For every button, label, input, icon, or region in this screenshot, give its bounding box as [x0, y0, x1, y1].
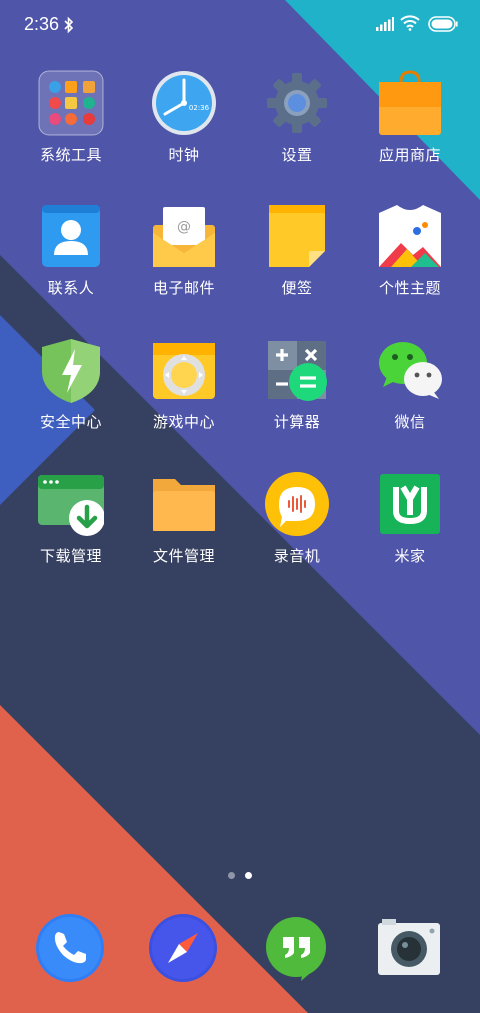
- app-wechat[interactable]: 微信: [355, 337, 465, 447]
- status-bar: 2:36: [0, 0, 480, 52]
- svg-text:@: @: [177, 219, 191, 235]
- app-label: 游戏中心: [152, 413, 215, 431]
- app-label: 系统工具: [39, 146, 102, 164]
- app-mijia[interactable]: 米家: [355, 471, 465, 581]
- folder-icon: [38, 70, 104, 136]
- battery-icon: [428, 16, 458, 32]
- app-label: 安全中心: [39, 413, 102, 431]
- contact-card-icon: [42, 205, 100, 267]
- clock-digital-text: 02:36: [189, 104, 210, 112]
- app-label: 应用商店: [378, 146, 441, 164]
- folder-icon: [153, 479, 215, 531]
- app-contacts[interactable]: 联系人: [16, 203, 126, 313]
- app-app-store[interactable]: 应用商店: [355, 70, 465, 180]
- bluetooth-icon: [64, 16, 74, 34]
- status-time: 2:36: [24, 14, 60, 34]
- app-label: 微信: [394, 413, 426, 431]
- app-notes[interactable]: 便签: [242, 203, 352, 313]
- download-icon: [38, 475, 104, 536]
- dock-browser[interactable]: [128, 913, 238, 985]
- app-label: 联系人: [47, 279, 95, 297]
- app-clock[interactable]: 02:36 时钟: [129, 70, 239, 180]
- page-indicator: [0, 872, 480, 882]
- app-label: 个性主题: [378, 279, 441, 297]
- recorder-icon: [265, 472, 329, 536]
- mijia-icon: [380, 474, 440, 534]
- phone-icon: [36, 914, 104, 982]
- app-settings[interactable]: 设置: [242, 70, 352, 180]
- shirt-icon: [379, 205, 441, 267]
- app-themes[interactable]: 个性主题: [355, 203, 465, 313]
- camera-icon: [378, 919, 440, 975]
- app-label: 下载管理: [39, 547, 102, 565]
- app-label: 时钟: [168, 146, 200, 164]
- signal-icon: [376, 17, 394, 31]
- app-label: 设置: [281, 146, 313, 164]
- shopping-bag-icon: [379, 70, 441, 135]
- dock-hangouts[interactable]: [241, 913, 351, 985]
- dock-phone[interactable]: [15, 913, 125, 985]
- dock-camera[interactable]: [354, 913, 464, 985]
- shield-icon: [42, 339, 100, 403]
- app-file-manager[interactable]: 文件管理: [129, 471, 239, 581]
- app-label: 米家: [394, 547, 426, 565]
- app-recorder[interactable]: 录音机: [242, 471, 352, 581]
- quote-bubble-icon: [266, 917, 326, 981]
- app-label: 计算器: [273, 413, 321, 431]
- clock-icon: 02:36: [152, 71, 216, 135]
- wifi-icon: [400, 15, 420, 31]
- page-dot[interactable]: [228, 872, 235, 879]
- app-system-tools[interactable]: 系统工具: [16, 70, 126, 180]
- gear-icon: [267, 73, 327, 133]
- app-label: 电子邮件: [152, 279, 215, 297]
- page-dot-active[interactable]: [245, 872, 252, 879]
- envelope-icon: @: [153, 207, 215, 267]
- app-security[interactable]: 安全中心: [16, 337, 126, 447]
- sticky-note-icon: [269, 205, 325, 267]
- app-email[interactable]: @ 电子邮件: [129, 203, 239, 313]
- app-label: 便签: [281, 279, 313, 297]
- app-downloads[interactable]: 下载管理: [16, 471, 126, 581]
- wechat-icon: [379, 342, 442, 399]
- app-game-center[interactable]: 游戏中心: [129, 337, 239, 447]
- app-label: 文件管理: [152, 547, 215, 565]
- app-label: 录音机: [273, 547, 321, 565]
- app-calculator[interactable]: 计算器: [242, 337, 352, 447]
- calculator-icon: [268, 341, 327, 401]
- gamepad-icon: [153, 343, 215, 399]
- compass-icon: [149, 914, 217, 982]
